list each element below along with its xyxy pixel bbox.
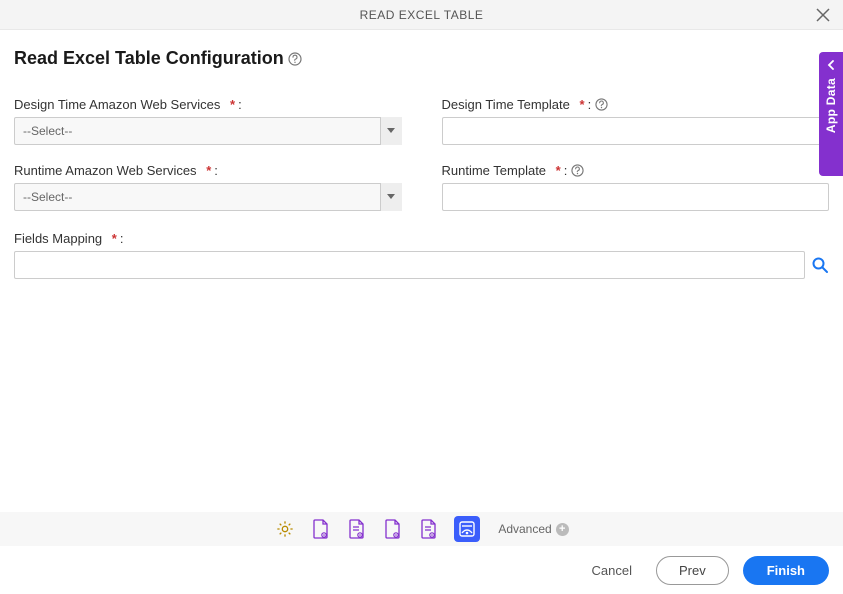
field-mapping: Fields Mapping *:: [14, 231, 829, 279]
label-text: Design Time Amazon Web Services: [14, 97, 220, 112]
select-value: --Select--: [14, 183, 402, 211]
finish-button[interactable]: Finish: [743, 556, 829, 585]
document-gear-icon: [420, 519, 438, 539]
nav-icon-doc1[interactable]: [310, 518, 332, 540]
field-design-template: Design Time Template *:: [442, 97, 830, 145]
nav-icon-settings[interactable]: [274, 518, 296, 540]
nav-icon-doc3[interactable]: [382, 518, 404, 540]
label-colon: :: [588, 97, 592, 112]
select-runtime-aws[interactable]: --Select--: [14, 183, 402, 211]
field-label: Runtime Template *:: [442, 163, 830, 178]
label-text: Fields Mapping: [14, 231, 102, 246]
nav-icon-active[interactable]: [454, 516, 480, 542]
label-colon: :: [120, 231, 124, 246]
document-gear-icon: [348, 519, 366, 539]
required-marker: *: [556, 163, 561, 178]
close-button[interactable]: [813, 5, 833, 25]
input-runtime-template[interactable]: [442, 183, 830, 211]
dialog-header: READ EXCEL TABLE: [0, 0, 843, 30]
label-colon: :: [238, 97, 242, 112]
label-text: Design Time Template: [442, 97, 570, 112]
chevron-left-icon: [826, 60, 836, 70]
lookup-button[interactable]: [811, 256, 829, 274]
nav-icon-doc2[interactable]: [346, 518, 368, 540]
step-nav-bar: Advanced +: [0, 512, 843, 546]
preview-icon: [458, 520, 476, 538]
side-tab-label: App Data: [824, 78, 838, 133]
field-label: Runtime Amazon Web Services *:: [14, 163, 402, 178]
advanced-label: Advanced: [498, 522, 551, 536]
document-gear-icon: [312, 519, 330, 539]
content-area: Read Excel Table Configuration Design Ti…: [0, 30, 843, 297]
select-value: --Select--: [14, 117, 402, 145]
plus-circle-icon: +: [556, 523, 569, 536]
mapping-row: [14, 251, 829, 279]
advanced-link[interactable]: Advanced +: [498, 522, 568, 536]
cancel-button[interactable]: Cancel: [582, 557, 642, 584]
prev-button[interactable]: Prev: [656, 556, 729, 585]
page-title-row: Read Excel Table Configuration: [14, 48, 829, 69]
input-fields-mapping[interactable]: [14, 251, 805, 279]
label-colon: :: [564, 163, 568, 178]
help-icon[interactable]: [594, 98, 608, 112]
required-marker: *: [206, 163, 211, 178]
field-runtime-aws: Runtime Amazon Web Services *: --Select-…: [14, 163, 402, 211]
field-label: Design Time Amazon Web Services *:: [14, 97, 402, 112]
gear-icon: [276, 520, 294, 538]
label-text: Runtime Template: [442, 163, 547, 178]
label-text: Runtime Amazon Web Services: [14, 163, 197, 178]
label-colon: :: [214, 163, 218, 178]
help-icon[interactable]: [288, 52, 302, 66]
document-gear-icon: [384, 519, 402, 539]
dialog-title: READ EXCEL TABLE: [360, 8, 484, 22]
required-marker: *: [580, 97, 585, 112]
input-design-template[interactable]: [442, 117, 830, 145]
field-runtime-template: Runtime Template *:: [442, 163, 830, 211]
nav-icon-doc4[interactable]: [418, 518, 440, 540]
page-title: Read Excel Table Configuration: [14, 48, 284, 69]
field-label: Design Time Template *:: [442, 97, 830, 112]
help-icon[interactable]: [570, 164, 584, 178]
form-grid: Design Time Amazon Web Services *: --Sel…: [14, 97, 829, 211]
footer-actions: Cancel Prev Finish: [0, 546, 843, 594]
required-marker: *: [230, 97, 235, 112]
side-tab-app-data[interactable]: App Data: [819, 52, 843, 176]
field-design-aws: Design Time Amazon Web Services *: --Sel…: [14, 97, 402, 145]
field-label: Fields Mapping *:: [14, 231, 829, 246]
close-icon: [816, 8, 830, 22]
magnifier-icon: [811, 256, 829, 274]
required-marker: *: [112, 231, 117, 246]
select-design-aws[interactable]: --Select--: [14, 117, 402, 145]
